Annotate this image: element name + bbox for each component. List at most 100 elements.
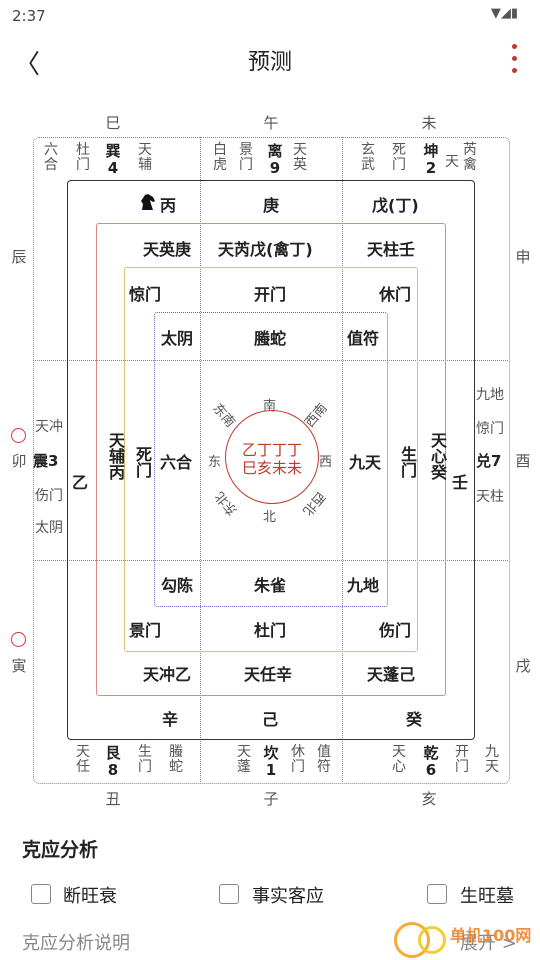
watermark-ring-icon: [418, 926, 446, 954]
status-bar: 2:37 ▼◢▮: [0, 0, 540, 32]
door-se: 伤门: [379, 621, 412, 640]
branch-left-2: 卯: [11, 452, 27, 470]
god-s: 朱雀: [254, 576, 287, 595]
star-ne: 天柱壬: [367, 240, 416, 259]
earth-e: 壬: [452, 473, 469, 492]
horse-icon: [141, 194, 155, 210]
star-se: 天蓬己: [367, 665, 416, 684]
outer-se-star: 天心: [392, 744, 406, 775]
branch-top-1: 巳: [105, 114, 121, 132]
checkbox-strength[interactable]: [31, 884, 51, 904]
outer-e-star: 天柱: [476, 489, 504, 505]
branch-right-1: 申: [515, 248, 531, 266]
door-s: 杜门: [254, 621, 287, 640]
god-w: 六合: [160, 453, 193, 472]
outer-n-palace: 离9: [267, 142, 283, 177]
checkbox-facts-label[interactable]: 事实客应: [252, 882, 324, 908]
door-w: 死门: [133, 446, 152, 478]
outer-sw-door: 生门: [138, 744, 152, 775]
outer-n-door: 景门: [239, 142, 253, 173]
outer-nw-palace: 巽4: [105, 142, 121, 177]
outer-nw-god: 六合: [44, 142, 58, 173]
branch-bottom-1: 丑: [105, 790, 121, 808]
outer-w-star: 天冲: [35, 419, 63, 435]
outer-n-star: 天英: [293, 142, 307, 173]
marker-circle-icon: [11, 428, 26, 443]
outer-n-god: 白虎: [213, 142, 227, 173]
compass-west: 西: [319, 455, 333, 470]
door-nw: 惊门: [129, 285, 162, 304]
watermark-text: 单机100网: [450, 926, 532, 945]
outer-w-god: 太阴: [35, 520, 63, 536]
status-icons: ▼◢▮: [490, 6, 518, 21]
star-e: 天心癸: [428, 432, 447, 480]
branch-left-1: 辰: [11, 248, 27, 266]
earth-sw: 辛: [162, 710, 179, 729]
god-se: 九地: [347, 576, 380, 595]
earth-n: 庚: [262, 196, 279, 215]
checkbox-lifecycle-label[interactable]: 生旺墓: [460, 882, 514, 908]
outer-w-door: 伤门: [35, 488, 63, 504]
outer-s-palace: 坎1: [263, 744, 279, 779]
compass-north: 北: [263, 510, 277, 525]
outer-e-god: 九地: [476, 387, 504, 403]
center-line-1: 乙丁丁丁: [241, 441, 302, 459]
god-sw: 勾陈: [161, 576, 194, 595]
outer-ne-star-b: 芮禽: [463, 142, 477, 173]
branch-right-3: 戌: [515, 657, 531, 675]
star-nw: 天英庚: [143, 240, 192, 259]
checkbox-facts[interactable]: [219, 884, 239, 904]
outer-sw-palace: 艮8: [105, 744, 121, 779]
branch-right-2: 酉: [515, 452, 531, 470]
star-sw: 天冲乙: [143, 665, 192, 684]
branch-bottom-3: 亥: [421, 790, 437, 808]
outer-ne-god: 玄武: [361, 142, 375, 173]
earth-ne: 戊(丁): [372, 196, 419, 215]
star-n: 天芮戊(禽丁): [218, 240, 313, 259]
center-line-2: 巳亥未未: [241, 459, 302, 477]
more-menu-icon[interactable]: [512, 44, 520, 74]
app-bar: 〈 预测: [0, 32, 540, 88]
earth-s: 己: [262, 710, 279, 729]
analysis-explain: 克应分析说明: [22, 933, 130, 954]
analysis-title: 克应分析: [22, 839, 99, 861]
branch-top-3: 未: [421, 114, 437, 132]
door-e: 生门: [398, 446, 417, 478]
outer-w-palace: 震3: [33, 452, 59, 470]
outer-ne-palace: 坤2: [423, 142, 439, 177]
compass-east: 东: [208, 455, 222, 470]
door-n: 开门: [254, 285, 287, 304]
outer-sw-god: 螣蛇: [169, 744, 183, 775]
status-time: 2:37: [12, 7, 46, 25]
earth-nw: 丙: [160, 196, 177, 215]
star-w: 天辅丙: [106, 432, 125, 480]
god-ne: 值符: [347, 329, 380, 348]
earth-se: 癸: [406, 710, 423, 729]
outer-s-star: 天蓬: [237, 744, 251, 775]
outer-se-god: 九天: [485, 744, 499, 775]
earth-w: 乙: [72, 473, 89, 492]
god-n: 螣蛇: [254, 329, 287, 348]
watermark: 单机100网: [392, 918, 532, 960]
outer-nw-door: 杜门: [76, 142, 90, 173]
page-title: 预测: [247, 50, 292, 75]
outer-e-door: 惊门: [476, 421, 504, 437]
outer-nw-star: 天辅: [138, 142, 152, 173]
door-ne: 休门: [379, 285, 412, 304]
outer-se-palace: 乾6: [423, 744, 439, 779]
outer-sw-star: 天任: [76, 744, 90, 775]
outer-ne-door: 死门: [392, 142, 406, 173]
god-e: 九天: [349, 453, 382, 472]
god-nw: 太阴: [161, 329, 194, 348]
checkbox-lifecycle[interactable]: [427, 884, 447, 904]
star-s: 天任辛: [244, 665, 293, 684]
door-sw: 景门: [129, 621, 162, 640]
marker-circle-icon: [11, 632, 26, 647]
outer-ne-star-a: 天: [445, 154, 459, 170]
outer-s-god: 值符: [317, 744, 331, 775]
outer-s-door: 休门: [291, 744, 305, 775]
branch-left-3: 寅: [11, 657, 27, 675]
checkbox-strength-label[interactable]: 断旺衰: [63, 882, 117, 908]
branch-top-2: 午: [263, 114, 279, 132]
branch-bottom-2: 子: [263, 790, 279, 808]
